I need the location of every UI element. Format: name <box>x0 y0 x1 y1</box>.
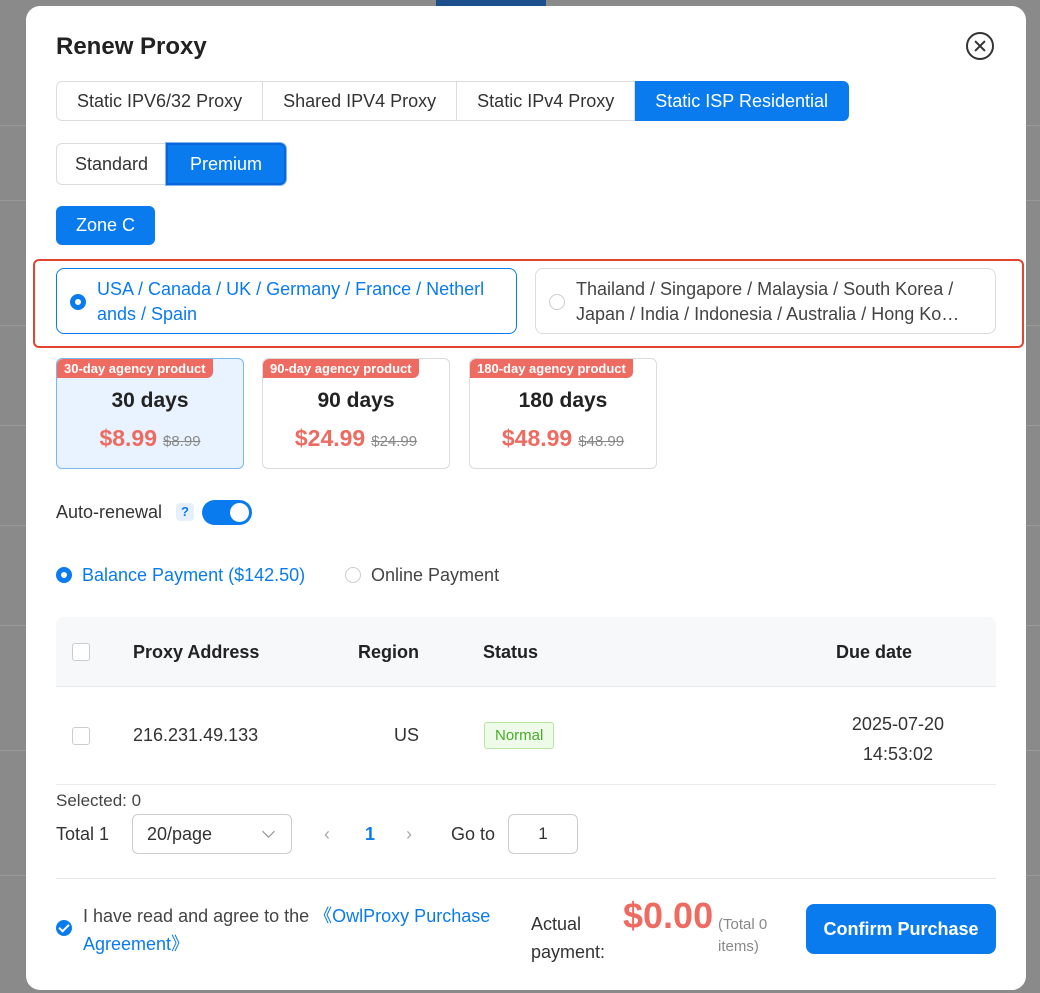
page-size-value: 20/page <box>147 824 213 844</box>
page-size-select[interactable]: 20/page <box>132 814 292 854</box>
table-row: 216.231.49.133 US Normal 2025-07-20 14:5… <box>56 687 996 785</box>
plan-badge: 180-day agency product <box>470 359 633 378</box>
actual-payment-label: Actual payment: <box>531 914 606 962</box>
region-text-line1: Thailand / Singapore / Malaysia / South … <box>576 279 954 299</box>
plan-badge: 30-day agency product <box>57 359 213 378</box>
selected-count: Selected: 0 <box>56 791 142 810</box>
renew-proxy-dialog: Renew Proxy Static IPV6/32 Proxy Shared … <box>26 6 1026 990</box>
header-proxy-address: Proxy Address <box>133 642 260 662</box>
actual-payment-amount: $0.00 <box>623 895 714 936</box>
proxy-table: Proxy Address Region Status Due date 216… <box>56 617 996 785</box>
region-option-asia-pacific[interactable]: Thailand / Singapore / Malaysia / South … <box>535 268 996 334</box>
region-text-line2: Japan / India / Indonesia / Australia / … <box>576 304 960 324</box>
radio-selected-icon <box>70 294 86 310</box>
auto-renewal-toggle[interactable] <box>202 500 252 525</box>
plan-card-180-days[interactable]: 180-day agency product 180 days $48.99 $4… <box>469 358 657 469</box>
row-checkbox[interactable] <box>72 727 90 745</box>
plan-current-price: $48.99 <box>501 425 573 451</box>
header-region: Region <box>358 642 419 662</box>
plan-price: $24.99 $24.99 <box>263 425 449 452</box>
region-text-line1: USA / Canada / UK / Germany / France / N… <box>97 279 485 299</box>
online-payment-label: Online Payment <box>371 565 500 585</box>
row-proxy-address: 216.231.49.133 <box>133 725 259 745</box>
plan-card-30-days[interactable]: 30-day agency product 30 days $8.99 $8.99 <box>56 358 244 469</box>
tab-shared-ipv4[interactable]: Shared IPV4 Proxy <box>263 81 458 121</box>
plan-badge: 90-day agency product <box>263 359 419 378</box>
tab-static-ipv4[interactable]: Static IPv4 Proxy <box>457 81 636 121</box>
region-text-line2: ands / Spain <box>97 304 198 324</box>
due-date-value: 2025-07-20 <box>851 714 944 734</box>
region-option-americas-europe[interactable]: USA / Canada / UK / Germany / France / N… <box>56 268 517 334</box>
plan-price: $8.99 $8.99 <box>57 425 243 452</box>
chevron-down-icon <box>262 825 275 838</box>
items-note: (Total 0 items) <box>718 916 768 955</box>
select-all-checkbox[interactable] <box>72 643 90 661</box>
plan-days: 180 days <box>518 389 608 412</box>
balance-payment-option[interactable]: Balance Payment ($142.50) <box>56 565 305 586</box>
plan-price: $48.99 $48.99 <box>470 425 656 452</box>
radio-unselected-icon <box>549 294 565 310</box>
row-due-date: 2025-07-20 14:53:02 <box>852 709 944 769</box>
check-circle-icon[interactable] <box>56 920 72 936</box>
close-icon[interactable] <box>966 32 994 60</box>
balance-payment-label: Balance Payment ($142.50) <box>82 565 306 585</box>
header-due-date: Due date <box>836 642 913 662</box>
plan-current-price: $8.99 <box>99 425 157 451</box>
radio-unselected-icon <box>345 567 361 583</box>
status-badge: Normal <box>484 722 555 749</box>
tier-toggle: Standard Premium <box>56 143 287 185</box>
due-time-value: 14:53:02 <box>862 744 933 764</box>
row-region: US <box>394 725 420 745</box>
tier-standard[interactable]: Standard <box>56 143 167 185</box>
question-icon[interactable]: ? <box>176 503 194 521</box>
tier-premium[interactable]: Premium <box>166 143 287 185</box>
agreement-text: I have read and agree to the 《OwlProxy P… <box>83 902 523 958</box>
plan-old-price: $48.99 <box>578 433 625 450</box>
table-header: Proxy Address Region Status Due date <box>56 617 996 687</box>
plan-days: 30 days <box>111 389 189 412</box>
confirm-purchase-button[interactable]: Confirm Purchase <box>806 904 996 954</box>
plan-days: 90 days <box>317 389 395 412</box>
tab-static-isp-residential[interactable]: Static ISP Residential <box>635 81 849 121</box>
chevron-left-icon[interactable]: ‹ <box>324 824 330 845</box>
goto-label: Go to <box>451 824 496 844</box>
plan-card-90-days[interactable]: 90-day agency product 90 days $24.99 $24.… <box>262 358 450 469</box>
chevron-right-icon[interactable]: › <box>406 824 412 845</box>
plan-old-price: $8.99 <box>163 433 201 450</box>
dialog-title: Renew Proxy <box>56 33 207 60</box>
agreement-prefix: I have read and agree to the <box>83 906 315 926</box>
auto-renewal-label: Auto-renewal <box>56 502 163 522</box>
tab-static-ipv6[interactable]: Static IPV6/32 Proxy <box>56 81 264 121</box>
plan-old-price: $24.99 <box>371 433 418 450</box>
goto-page-input[interactable]: 1 <box>508 814 578 854</box>
header-status: Status <box>483 642 539 662</box>
radio-selected-icon <box>56 567 72 583</box>
total-count: Total 1 <box>56 824 110 844</box>
plan-current-price: $24.99 <box>294 425 366 451</box>
online-payment-option[interactable]: Online Payment <box>345 565 499 586</box>
page-number-current[interactable]: 1 <box>365 824 375 845</box>
zone-c-button[interactable]: Zone C <box>56 206 155 245</box>
footer-divider <box>56 878 996 879</box>
proxy-type-tabs: Static IPV6/32 Proxy Shared IPV4 Proxy S… <box>56 81 849 121</box>
